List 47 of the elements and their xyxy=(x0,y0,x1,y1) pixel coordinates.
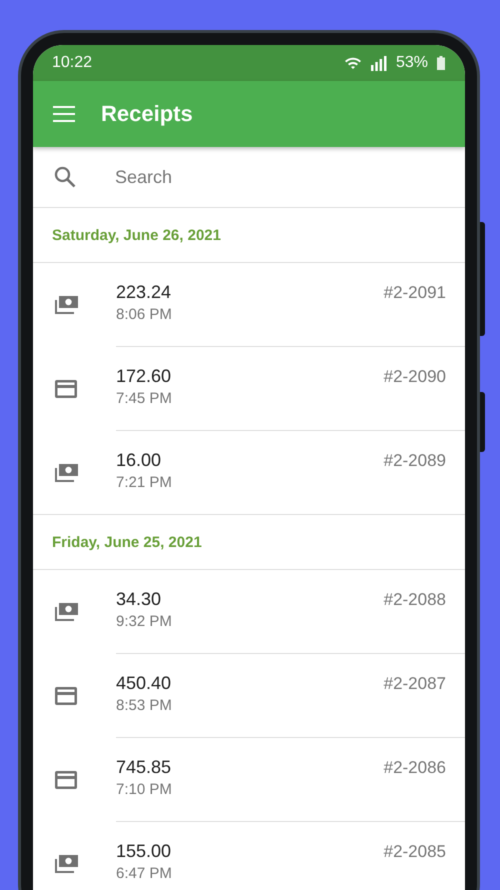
receipt-number: #2-2091 xyxy=(384,282,446,303)
receipt-row[interactable]: 34.30 9:32 PM #2-2088 xyxy=(33,570,465,654)
card-icon xyxy=(54,378,78,398)
signal-icon xyxy=(370,56,387,70)
battery-percent: 53% xyxy=(396,54,428,72)
receipt-number: #2-2087 xyxy=(384,673,446,694)
app-title: Receipts xyxy=(101,101,193,127)
receipt-row[interactable]: 155.00 6:47 PM #2-2085 xyxy=(33,822,465,890)
receipt-number: #2-2090 xyxy=(384,366,446,387)
receipt-row[interactable]: 745.85 7:10 PM #2-2086 xyxy=(33,738,465,822)
receipt-row[interactable]: 450.40 8:53 PM #2-2087 xyxy=(33,654,465,738)
battery-icon xyxy=(437,56,445,70)
receipt-amount: 172.60 xyxy=(116,366,172,387)
receipt-number: #2-2086 xyxy=(384,757,446,778)
card-icon xyxy=(54,686,78,706)
receipt-amount: 16.00 xyxy=(116,450,162,471)
cash-icon xyxy=(52,294,78,316)
cash-icon xyxy=(52,462,78,484)
receipt-amount: 745.85 xyxy=(116,757,172,778)
date-label: Saturday, June 26, 2021 xyxy=(52,226,221,244)
menu-icon[interactable] xyxy=(53,106,75,122)
receipt-number: #2-2085 xyxy=(384,841,446,862)
receipt-row[interactable]: 172.60 7:45 PM #2-2090 xyxy=(33,347,465,431)
cash-icon xyxy=(52,852,78,874)
receipt-time: 8:53 PM xyxy=(116,697,173,714)
side-button[interactable] xyxy=(480,392,485,452)
receipt-amount: 34.30 xyxy=(116,589,162,610)
date-label: Friday, June 25, 2021 xyxy=(52,534,202,550)
receipt-time: 7:10 PM xyxy=(116,781,173,798)
receipt-row[interactable]: 223.24 8:06 PM #2-2091 xyxy=(33,263,465,347)
receipt-time: 7:45 PM xyxy=(116,390,173,407)
wifi-icon xyxy=(344,56,362,70)
receipt-time: 9:32 PM xyxy=(116,613,173,630)
receipt-row[interactable]: 16.00 7:21 PM #2-2089 xyxy=(33,431,465,515)
search-icon xyxy=(54,166,76,188)
status-time: 10:22 xyxy=(52,54,92,72)
receipt-amount: 223.24 xyxy=(116,282,172,303)
receipt-number: #2-2088 xyxy=(384,589,446,610)
cash-icon xyxy=(52,600,78,622)
receipt-amount: 450.40 xyxy=(116,673,172,694)
side-button[interactable] xyxy=(480,222,485,336)
receipt-number: #2-2089 xyxy=(384,450,446,471)
receipt-time: 8:06 PM xyxy=(116,306,173,323)
receipt-time: 6:47 PM xyxy=(116,865,173,882)
card-icon xyxy=(54,770,78,790)
receipt-amount: 155.00 xyxy=(116,841,172,862)
receipt-time: 7:21 PM xyxy=(116,474,173,491)
